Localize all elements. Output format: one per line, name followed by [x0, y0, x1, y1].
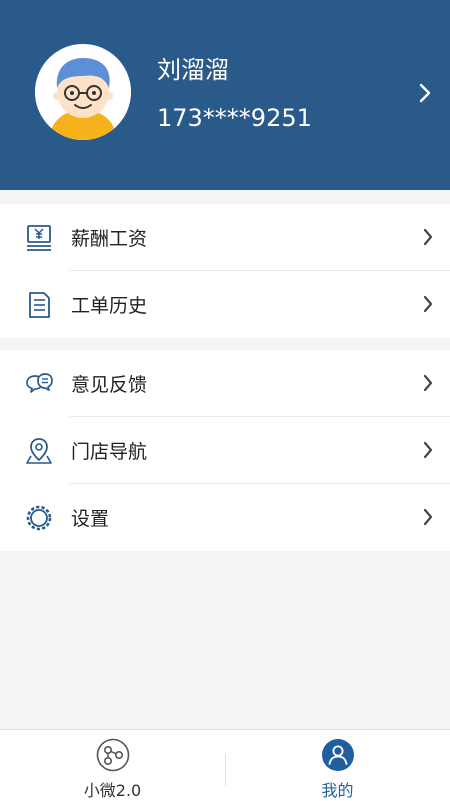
document-icon [29, 292, 50, 318]
chevron-right-icon[interactable] [418, 82, 432, 104]
bottom-tab-bar: 小微2.0 我的 [0, 729, 450, 801]
user-name: 刘溜溜 [157, 56, 229, 84]
location-pin-icon [26, 438, 52, 464]
salary-icon [27, 225, 51, 251]
menu-item-label: 设置 [71, 508, 110, 530]
gear-icon [26, 505, 52, 531]
tab-label: 小微2.0 [83, 781, 142, 800]
chevron-right-icon [423, 508, 433, 526]
avatar [35, 44, 131, 140]
profile-header[interactable]: 刘溜溜 173****9251 [0, 0, 450, 190]
menu-group-work: 薪酬工资 工单历史 [0, 204, 450, 338]
menu-item-label: 意见反馈 [71, 374, 148, 396]
tab-xiaowei[interactable]: 小微2.0 [0, 730, 225, 801]
menu-item-store-navigation[interactable]: 门店导航 [0, 417, 450, 484]
cartoon-face-icon [35, 44, 131, 140]
menu-item-feedback[interactable]: 意见反馈 [0, 350, 450, 417]
feedback-icon [26, 373, 53, 393]
menu-item-salary[interactable]: 薪酬工资 [0, 204, 450, 271]
menu-item-label: 薪酬工资 [71, 228, 148, 250]
menu-item-work-order-history[interactable]: 工单历史 [0, 271, 450, 338]
chevron-right-icon [423, 374, 433, 392]
chevron-right-icon [423, 295, 433, 313]
menu-group-other: 意见反馈 门店导航 设置 [0, 350, 450, 551]
chevron-right-icon [423, 228, 433, 246]
menu-item-label: 工单历史 [71, 295, 148, 317]
share-nodes-icon [96, 738, 130, 772]
menu-item-label: 门店导航 [71, 441, 148, 463]
tab-mine[interactable]: 我的 [225, 730, 450, 801]
menu-item-settings[interactable]: 设置 [0, 484, 450, 551]
user-icon [322, 739, 354, 771]
chevron-right-icon [423, 441, 433, 459]
tab-label: 我的 [321, 781, 354, 800]
user-phone: 173****9251 [157, 104, 312, 132]
